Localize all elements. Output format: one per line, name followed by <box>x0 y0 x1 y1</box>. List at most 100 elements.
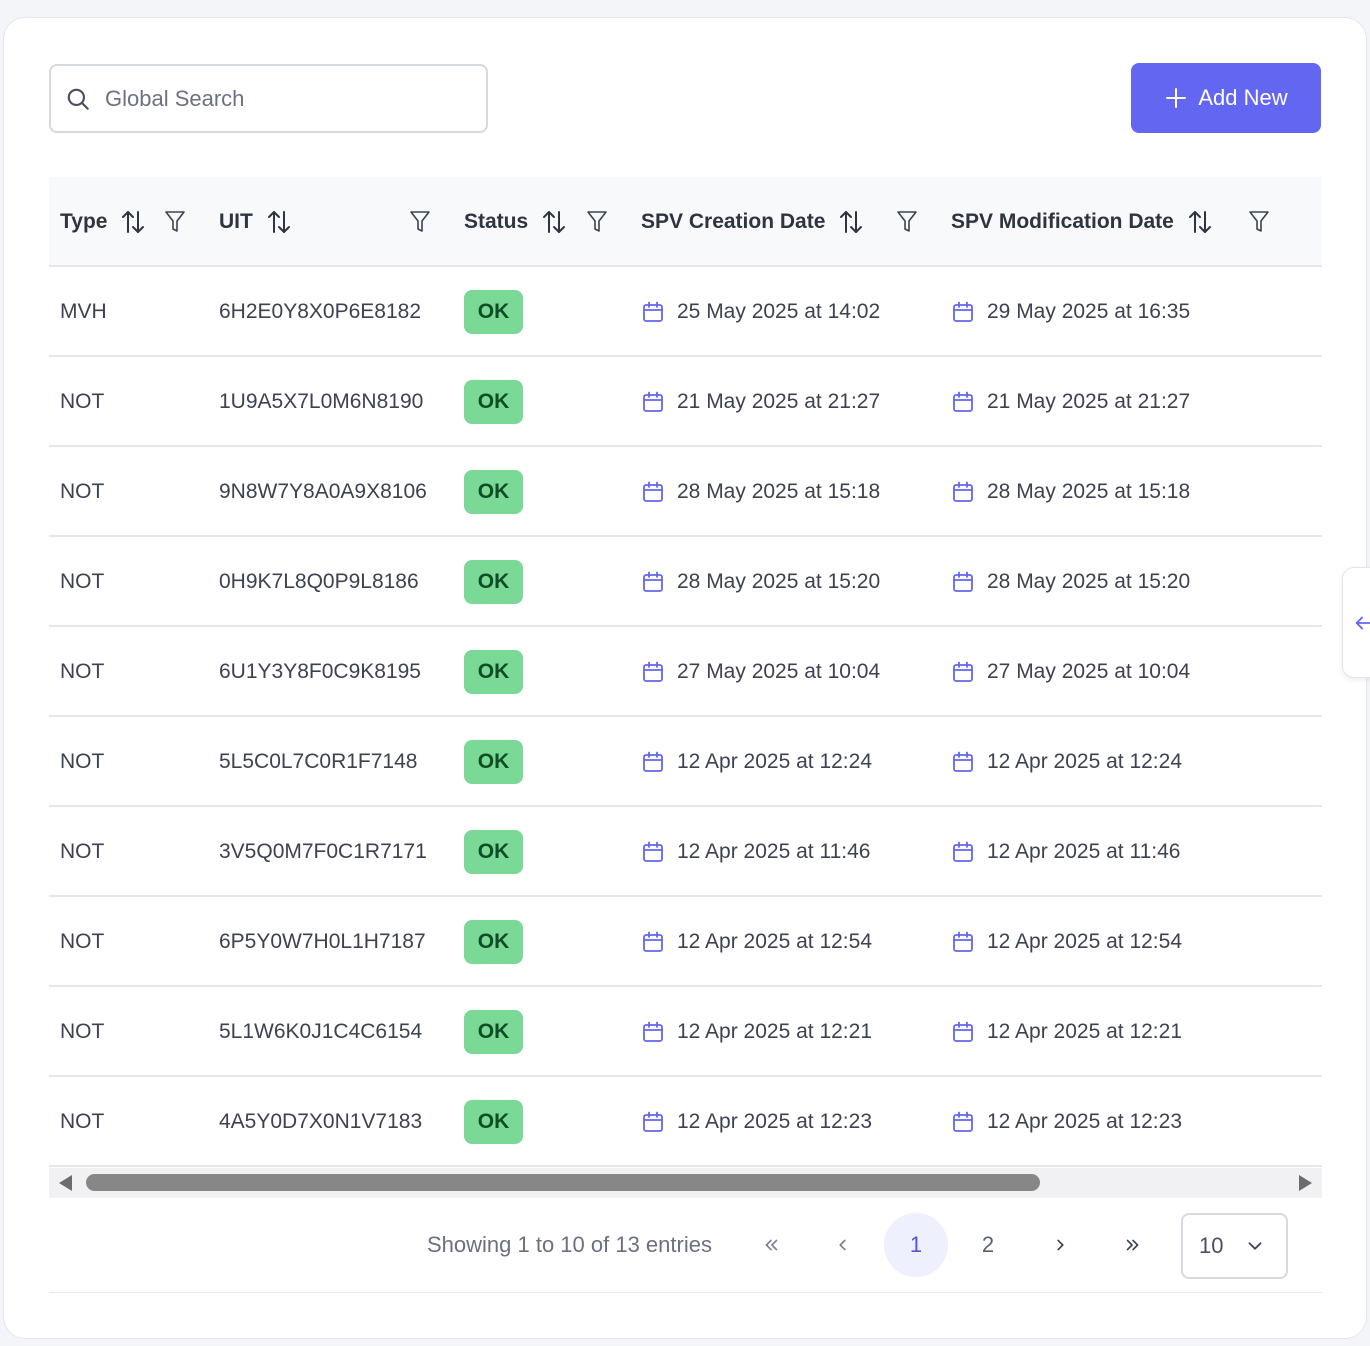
modification-date-cell: 28 May 2025 at 15:18 <box>951 447 1190 537</box>
table-body: MVH 6H2E0Y8X0P6E8182 OK 25 May 2025 at 14:0… <box>49 267 1322 1167</box>
next-page-button[interactable] <box>1028 1213 1092 1277</box>
sort-icon[interactable] <box>839 209 863 235</box>
filter-icon[interactable] <box>164 210 186 234</box>
status-badge: OK <box>464 1010 523 1054</box>
table-row[interactable]: MVH 6H2E0Y8X0P6E8182 OK 25 May 2025 at 14:0… <box>49 267 1322 357</box>
page-size-select[interactable]: 10 <box>1181 1213 1288 1279</box>
calendar-icon <box>953 661 973 682</box>
modification-date: 12 Apr 2025 at 12:23 <box>987 1110 1182 1133</box>
calendar-icon <box>643 751 663 772</box>
double-chevron-right-icon <box>1126 1239 1139 1251</box>
filter-icon[interactable] <box>1248 210 1270 234</box>
column-header[interactable]: SPV Creation Date <box>641 177 863 267</box>
calendar-icon <box>643 1021 663 1042</box>
uit-cell: 9N8W7Y8A0A9X8106 <box>219 480 427 503</box>
first-page-button[interactable] <box>739 1213 803 1277</box>
sort-icon[interactable] <box>542 209 566 235</box>
calendar-icon <box>643 481 663 502</box>
creation-date-cell: 28 May 2025 at 15:18 <box>641 447 880 537</box>
type-cell: NOT <box>60 930 105 953</box>
page-button-2[interactable]: 2 <box>956 1213 1020 1277</box>
sort-icon[interactable] <box>1188 209 1212 235</box>
column-filter[interactable] <box>896 177 918 267</box>
table-row[interactable]: NOT 5L5C0L7C0R1F7148 OK 12 Apr 2025 at 12:2… <box>49 717 1322 807</box>
column-header[interactable]: UIT <box>219 177 291 267</box>
modification-date: 28 May 2025 at 15:18 <box>987 480 1191 503</box>
pagination-info: Showing 1 to 10 of 13 entries <box>427 1232 712 1257</box>
status-cell: OK <box>464 807 523 897</box>
status-cell: OK <box>464 897 523 987</box>
creation-date: 28 May 2025 at 15:18 <box>677 480 881 503</box>
table-row[interactable]: NOT 3V5Q0M7F0C1R7171 OK 12 Apr 2025 at 11:4… <box>49 807 1322 897</box>
column-header[interactable]: Status <box>464 177 566 267</box>
status-cell: OK <box>464 987 523 1077</box>
global-search[interactable] <box>49 64 488 133</box>
search-input[interactable] <box>105 85 485 112</box>
column-header[interactable]: SPV Modification Date <box>951 177 1212 267</box>
calendar-icon <box>643 391 663 412</box>
chevron-down-icon <box>1248 1242 1262 1250</box>
table-row[interactable]: NOT 6U1Y3Y8F0C9K8195 OK 27 May 2025 at 10:0… <box>49 627 1322 717</box>
table-row[interactable]: NOT 6P5Y0W7H0L1H7187 OK 12 Apr 2025 at 12:5… <box>49 897 1322 987</box>
column-filter[interactable] <box>586 177 608 267</box>
creation-date-cell: 12 Apr 2025 at 12:24 <box>641 717 872 807</box>
status-badge: OK <box>464 560 523 604</box>
status-badge: OK <box>464 740 523 784</box>
status-cell: OK <box>464 357 523 447</box>
table-header: Type UIT Status SPV Creation Date SPV Modifi… <box>49 177 1322 267</box>
column-header-label: SPV Modification Date <box>951 210 1174 233</box>
column-filter[interactable] <box>164 177 186 267</box>
modification-date: 29 May 2025 at 16:35 <box>987 300 1191 323</box>
last-page-button[interactable] <box>1101 1213 1165 1277</box>
calendar-icon <box>643 841 663 862</box>
creation-date: 25 May 2025 at 14:02 <box>677 300 881 323</box>
table-row[interactable]: NOT 1U9A5X7L0M6N8190 OK 21 May 2025 at 21:2… <box>49 357 1322 447</box>
creation-date-cell: 12 Apr 2025 at 12:23 <box>641 1077 872 1167</box>
uit-cell: 4A5Y0D7X0N1V7183 <box>219 1110 423 1133</box>
chevron-left-icon <box>839 1239 846 1251</box>
table-row[interactable]: NOT 4A5Y0D7X0N1V7183 OK 12 Apr 2025 at 12:2… <box>49 1077 1322 1167</box>
table-row[interactable]: NOT 9N8W7Y8A0A9X8106 OK 28 May 2025 at 15:1… <box>49 447 1322 537</box>
double-chevron-left-icon <box>765 1239 778 1251</box>
sort-icon[interactable] <box>121 209 145 235</box>
table-row[interactable]: NOT 0H9K7L8Q0P9L8186 OK 28 May 2025 at 15:2… <box>49 537 1322 627</box>
add-new-button[interactable]: Add New <box>1131 63 1321 133</box>
creation-date: 12 Apr 2025 at 12:21 <box>677 1020 872 1043</box>
column-filter[interactable] <box>409 177 431 267</box>
filter-icon[interactable] <box>586 210 608 234</box>
previous-page-button[interactable] <box>811 1213 875 1277</box>
modification-date: 21 May 2025 at 21:27 <box>987 390 1191 413</box>
calendar-icon <box>953 481 973 502</box>
scroll-left-icon[interactable] <box>59 1175 72 1191</box>
modification-date: 12 Apr 2025 at 12:21 <box>987 1020 1182 1043</box>
type-cell: NOT <box>60 480 105 503</box>
horizontal-scrollbar[interactable] <box>49 1168 1322 1198</box>
column-filter[interactable] <box>1248 177 1270 267</box>
creation-date: 21 May 2025 at 21:27 <box>677 390 881 413</box>
modification-date: 12 Apr 2025 at 12:54 <box>987 930 1182 953</box>
side-panel-toggle[interactable] <box>1342 567 1370 678</box>
column-header[interactable]: Type <box>60 177 145 267</box>
type-cell: MVH <box>60 300 107 323</box>
filter-icon[interactable] <box>896 210 918 234</box>
table-row[interactable]: NOT 5L1W6K0J1C4C6154 OK 12 Apr 2025 at 12:2… <box>49 987 1322 1077</box>
filter-icon[interactable] <box>409 210 431 234</box>
uit-cell: 3V5Q0M7F0C1R7171 <box>219 840 427 863</box>
page-button-1[interactable]: 1 <box>884 1213 948 1277</box>
table-card: Add New Type UIT Status SPV Creation Date SP… <box>3 17 1367 1339</box>
calendar-icon <box>643 931 663 952</box>
sort-icon[interactable] <box>267 209 291 235</box>
search-icon <box>67 88 89 110</box>
scroll-right-icon[interactable] <box>1299 1175 1312 1191</box>
chevron-right-icon <box>1057 1239 1064 1251</box>
modification-date-cell: 12 Apr 2025 at 12:54 <box>951 897 1182 987</box>
arrow-left-icon <box>1355 616 1370 629</box>
uit-cell: 6P5Y0W7H0L1H7187 <box>219 930 426 953</box>
uit-cell: 0H9K7L8Q0P9L8186 <box>219 570 419 593</box>
page-size-value: 10 <box>1199 1233 1224 1258</box>
uit-cell: 5L1W6K0J1C4C6154 <box>219 1020 423 1043</box>
creation-date-cell: 28 May 2025 at 15:20 <box>641 537 880 627</box>
plus-icon <box>1166 88 1187 108</box>
calendar-icon <box>953 1021 973 1042</box>
scrollbar-thumb[interactable] <box>86 1174 1040 1191</box>
